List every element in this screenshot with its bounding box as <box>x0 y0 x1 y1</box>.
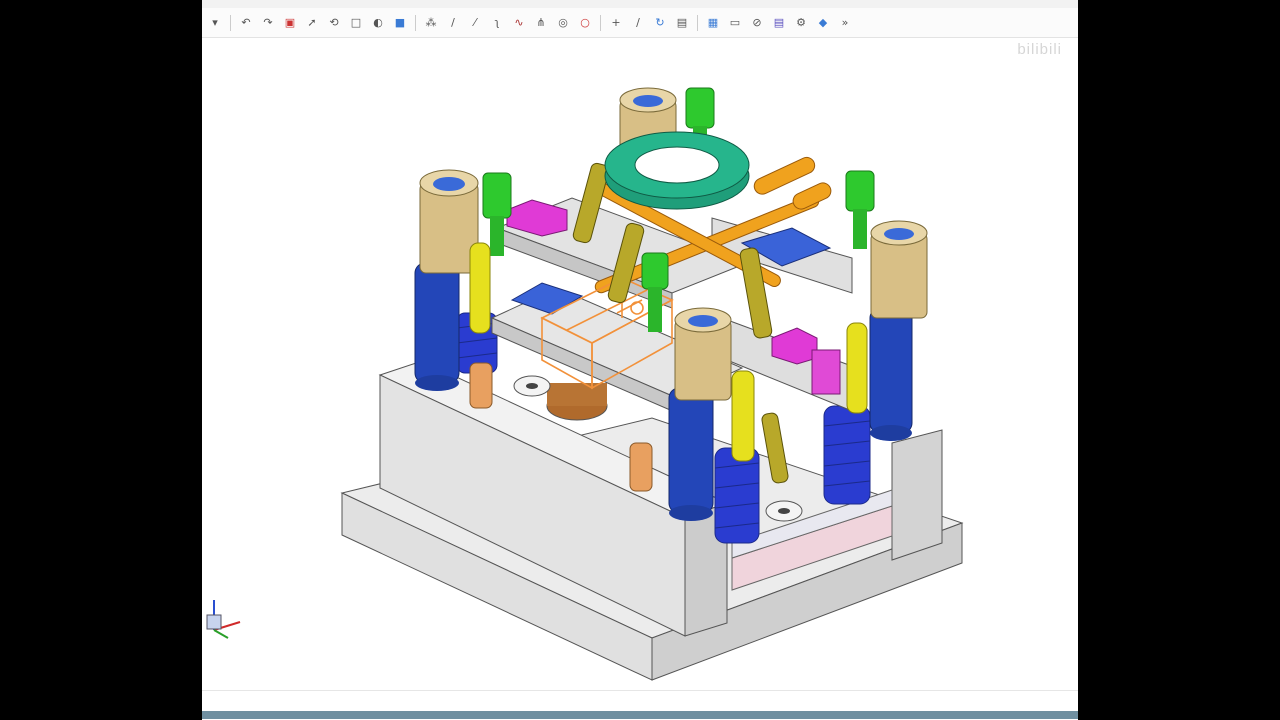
guide-pillar-right <box>869 307 913 441</box>
select-icon[interactable]: ▣ <box>282 15 298 31</box>
sprue-bushing-body <box>547 383 607 406</box>
locating-ring <box>604 131 750 210</box>
stop-pin-front <box>629 442 653 492</box>
doc-icon[interactable]: ▤ <box>674 15 690 31</box>
refresh-icon[interactable]: ↻ <box>652 15 668 31</box>
stop-pin-left <box>469 362 493 409</box>
view-icon[interactable]: ◐ <box>370 15 386 31</box>
cube-icon[interactable]: ■ <box>392 15 408 31</box>
plus-icon[interactable]: + <box>608 15 624 31</box>
shape-icon[interactable]: ◆ <box>815 15 831 31</box>
guide-pillar-front <box>668 387 714 521</box>
gear-icon[interactable]: ⚙ <box>793 15 809 31</box>
toolbar-separator <box>230 14 231 31</box>
redo-icon[interactable]: ↷ <box>260 15 276 31</box>
return-rod-right <box>846 322 868 414</box>
pattern-icon[interactable]: ⁂ <box>423 15 439 31</box>
sketch-icon[interactable]: ⁄ <box>467 15 483 31</box>
guide-bushing-front <box>674 307 732 401</box>
circle-target-icon[interactable]: ◎ <box>555 15 571 31</box>
guide-bushing-left <box>419 169 479 274</box>
toolbar-separator <box>415 14 416 31</box>
slide-block-right <box>771 327 818 365</box>
more-icon[interactable]: » <box>837 15 853 31</box>
status-bar <box>202 690 1078 720</box>
dropdown-icon[interactable]: ▾ <box>207 15 223 31</box>
washer-hole <box>778 508 790 514</box>
undo-icon[interactable]: ↶ <box>238 15 254 31</box>
toolbar-separator <box>697 14 698 31</box>
support-block-right <box>891 429 943 561</box>
circle-icon[interactable]: ○ <box>577 15 593 31</box>
slide-block-right-lower <box>811 349 841 395</box>
washer-hole <box>526 383 538 389</box>
wave-icon[interactable]: ∿ <box>511 15 527 31</box>
status-progress-track <box>202 711 1078 719</box>
menu-icon[interactable]: ▤ <box>771 15 787 31</box>
branch-icon[interactable]: ⋔ <box>533 15 549 31</box>
panel-icon[interactable]: ▭ <box>727 15 743 31</box>
cad-window: ▾ ↶ ↷ ▣ ➚ ⟲ □ ◐ ■ ⁂ / ⁄ ʅ ∿ ⋔ ◎ ○ + ∕ ↻ … <box>202 0 1078 720</box>
arrow-icon[interactable]: ➚ <box>304 15 320 31</box>
return-rod-left <box>469 242 491 334</box>
spring-front <box>714 447 760 544</box>
curve-icon[interactable]: ʅ <box>489 15 505 31</box>
rotate-icon[interactable]: ⟲ <box>326 15 342 31</box>
ribbon-top-strip <box>202 0 1078 8</box>
box-select-icon[interactable]: □ <box>348 15 364 31</box>
slash-icon[interactable]: ∕ <box>630 15 646 31</box>
mold-assembly-model[interactable] <box>202 38 1078 690</box>
return-rod-front <box>731 370 755 462</box>
axis-triad <box>206 600 241 639</box>
line-icon[interactable]: / <box>445 15 461 31</box>
link-icon[interactable]: ⊘ <box>749 15 765 31</box>
spring-right <box>823 405 871 505</box>
3d-viewport[interactable] <box>202 38 1078 690</box>
guide-bushing-right <box>870 220 928 319</box>
screw-right <box>845 170 875 249</box>
toolbar-separator <box>600 14 601 31</box>
guide-pillar-left <box>414 262 460 391</box>
table-icon[interactable]: ▦ <box>705 15 721 31</box>
